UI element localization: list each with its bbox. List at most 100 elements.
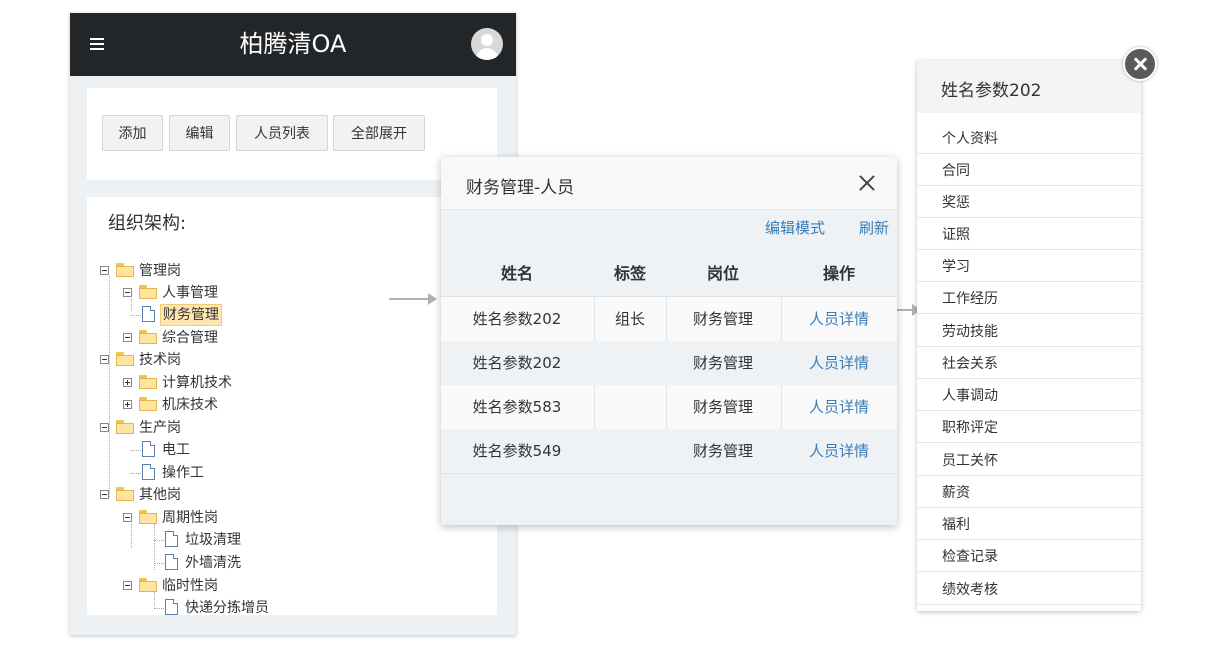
cell-tag <box>594 341 666 385</box>
folder-icon <box>139 578 157 592</box>
collapse-toggle-icon[interactable] <box>100 423 109 432</box>
edit-button[interactable]: 编辑 <box>169 115 230 151</box>
menu-item-label: 社会关系 <box>942 356 998 372</box>
menu-item-salary[interactable]: 薪资 <box>917 476 1141 508</box>
cell-post: 财务管理 <box>692 398 753 416</box>
folder-icon <box>139 285 157 299</box>
menu-item-performance[interactable]: 绩效考核 <box>917 573 1141 605</box>
table-row: 姓名参数202 财务管理 人员详情 <box>441 341 897 385</box>
folder-icon <box>116 352 134 366</box>
menu-item-label: 奖惩 <box>942 195 970 211</box>
app-title: 柏腾清OA <box>239 30 347 58</box>
collapse-toggle-icon[interactable] <box>100 266 109 275</box>
menu-item-label: 证照 <box>942 227 970 243</box>
menu-item-benefits[interactable]: 福利 <box>917 508 1141 540</box>
document-icon <box>165 554 178 570</box>
person-name-title: 姓名参数202 <box>941 81 1042 101</box>
refresh-link[interactable]: 刷新 <box>859 217 889 238</box>
tree-node-label: 生产岗 <box>139 420 181 436</box>
expand-all-button[interactable]: 全部展开 <box>333 115 425 151</box>
staff-detail-link[interactable]: 人员详情 <box>781 297 897 341</box>
user-avatar-icon[interactable] <box>471 28 503 60</box>
dialog-header: 财务管理-人员 <box>441 157 897 210</box>
folder-icon <box>139 375 157 389</box>
tree-connector <box>131 473 141 474</box>
staff-detail-link[interactable]: 人员详情 <box>781 429 897 473</box>
staff-detail-link[interactable]: 人员详情 <box>781 385 897 429</box>
person-panel-header: 姓名参数202 <box>917 61 1141 113</box>
table-row: 姓名参数583 财务管理 人员详情 <box>441 385 897 429</box>
app-header: 柏腾清OA <box>70 13 516 76</box>
tree-node-label: 外墙清洗 <box>185 555 241 571</box>
menu-item-transfer[interactable]: 人事调动 <box>917 379 1141 411</box>
menu-item-work-history[interactable]: 工作经历 <box>917 282 1141 314</box>
tree-node-label: 快递分拣增员 <box>185 600 269 616</box>
menu-item-label: 福利 <box>942 517 970 533</box>
org-tree-title: 组织架构: <box>108 213 187 234</box>
close-icon[interactable] <box>858 174 876 192</box>
tree-node-label: 临时性岗 <box>162 578 218 594</box>
menu-item-label: 工作经历 <box>942 291 998 307</box>
cell-name: 姓名参数583 <box>472 398 562 416</box>
menu-item-skills[interactable]: 劳动技能 <box>917 315 1141 347</box>
folder-icon <box>116 420 134 434</box>
hamburger-menu-icon[interactable] <box>90 38 104 50</box>
menu-item-label: 合同 <box>942 163 970 179</box>
staff-dialog: 财务管理-人员 编辑模式 刷新 姓名 标签 岗位 操作 姓名参数202 组长 财… <box>441 157 897 525</box>
flow-arrow-icon <box>389 293 437 305</box>
menu-item-profile[interactable]: 个人资料 <box>917 122 1141 154</box>
collapse-toggle-icon[interactable] <box>123 288 132 297</box>
menu-item-label: 绩效考核 <box>942 582 998 598</box>
menu-item-inspection-records[interactable]: 检查记录 <box>917 540 1141 572</box>
collapse-toggle-icon[interactable] <box>123 581 132 590</box>
menu-item-rewards[interactable]: 奖惩 <box>917 186 1141 218</box>
menu-item-learning[interactable]: 学习 <box>917 250 1141 282</box>
column-header-post: 岗位 <box>706 264 739 283</box>
dialog-title: 财务管理-人员 <box>466 178 575 198</box>
tree-connector <box>154 608 164 609</box>
tree-connector <box>154 592 155 606</box>
tree-node-label: 财务管理 <box>160 304 222 326</box>
cell-tag <box>594 429 666 473</box>
cell-post: 财务管理 <box>692 442 753 460</box>
menu-item-label: 人事调动 <box>942 388 998 404</box>
cell-tag: 组长 <box>614 310 645 328</box>
tree-connector <box>131 450 141 451</box>
tree-node-label: 计算机技术 <box>162 375 232 391</box>
menu-item-label: 职称评定 <box>942 420 998 436</box>
menu-item-social-relations[interactable]: 社会关系 <box>917 347 1141 379</box>
tree-node-label: 技术岗 <box>139 352 181 368</box>
column-header-name: 姓名 <box>500 264 533 283</box>
tree-connector <box>131 315 141 316</box>
collapse-toggle-icon[interactable] <box>100 490 109 499</box>
table-row: 姓名参数202 组长 财务管理 人员详情 <box>441 297 897 341</box>
close-panel-icon[interactable] <box>1123 47 1157 81</box>
tree-node-label: 电工 <box>162 442 190 458</box>
cell-name: 姓名参数549 <box>472 442 562 460</box>
cell-name: 姓名参数202 <box>472 354 562 372</box>
document-icon <box>165 599 178 615</box>
collapse-toggle-icon[interactable] <box>100 355 109 364</box>
collapse-toggle-icon[interactable] <box>123 513 132 522</box>
expand-toggle-icon[interactable] <box>123 400 132 409</box>
add-button[interactable]: 添加 <box>102 115 163 151</box>
menu-item-certificates[interactable]: 证照 <box>917 218 1141 250</box>
collapse-toggle-icon[interactable] <box>123 333 132 342</box>
folder-icon <box>116 263 134 277</box>
document-icon <box>142 306 155 322</box>
staff-list-button[interactable]: 人员列表 <box>236 115 328 151</box>
expand-toggle-icon[interactable] <box>123 378 132 387</box>
menu-item-label: 劳动技能 <box>942 324 998 340</box>
folder-icon <box>139 397 157 411</box>
menu-item-employee-care[interactable]: 员工关怀 <box>917 444 1141 476</box>
column-header-tag: 标签 <box>613 264 646 283</box>
menu-item-contract[interactable]: 合同 <box>917 154 1141 186</box>
menu-item-label: 员工关怀 <box>942 453 998 469</box>
menu-item-title-evaluation[interactable]: 职称评定 <box>917 411 1141 443</box>
edit-mode-link[interactable]: 编辑模式 <box>765 217 825 238</box>
tree-node-label: 垃圾清理 <box>185 532 241 548</box>
cell-name: 姓名参数202 <box>472 310 562 328</box>
folder-icon <box>139 330 157 344</box>
staff-detail-link[interactable]: 人员详情 <box>781 341 897 385</box>
cell-post: 财务管理 <box>692 310 753 328</box>
